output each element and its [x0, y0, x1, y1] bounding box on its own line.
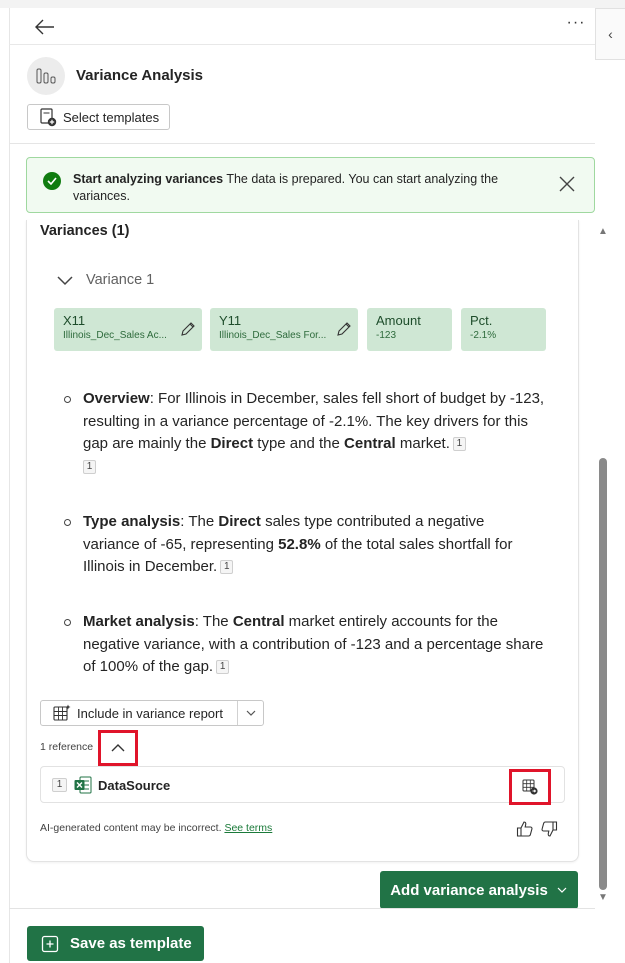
type-analysis-title: Type analysis	[83, 513, 181, 530]
variance-chip-amount: Amount -123	[367, 308, 452, 351]
split-divider	[237, 701, 238, 725]
type-analysis-text: Type analysis: The Direct sales type con…	[83, 511, 545, 579]
more-options-button[interactable]: ···	[565, 15, 587, 36]
close-icon	[559, 176, 575, 192]
reference-name: DataSource	[98, 778, 171, 793]
scroll-up-icon[interactable]: ▲	[596, 226, 610, 238]
select-templates-label: Select templates	[63, 109, 160, 125]
chevron-down-icon	[557, 887, 567, 893]
table-link-icon	[522, 779, 538, 795]
variance-chip-pct: Pct. -2.1%	[461, 308, 546, 351]
citation-badge[interactable]: 1	[220, 560, 234, 574]
overview-text-2: type and the	[253, 435, 345, 452]
market-text-1: : The	[194, 613, 233, 630]
table-sparkle-icon	[53, 704, 71, 721]
chip-value: -2.1%	[470, 330, 497, 341]
bullet-dot	[64, 619, 71, 626]
success-banner: Start analyzing variances The data is pr…	[26, 157, 595, 213]
collapse-references-button[interactable]	[98, 730, 138, 766]
save-template-icon	[41, 935, 59, 952]
overview-bold-1: Direct	[210, 435, 254, 452]
add-variance-analysis-button[interactable]: Add variance analysis	[380, 871, 578, 909]
divider	[9, 143, 595, 144]
market-bold-1: Central	[232, 613, 285, 630]
banner-title: Start analyzing variances	[73, 172, 224, 186]
save-as-template-label: Save as template	[70, 935, 192, 952]
bar-chart-icon	[27, 57, 65, 95]
type-text-1: : The	[180, 513, 219, 530]
banner-message: Start analyzing variances The data is pr…	[73, 171, 533, 205]
variance-chip-y[interactable]: Y11 Illinois_Dec_Sales For...	[210, 308, 358, 351]
open-source-button[interactable]	[509, 769, 551, 805]
bullet-dot	[64, 519, 71, 526]
excel-icon	[74, 776, 92, 794]
collapse-pane-button[interactable]: ‹	[595, 8, 625, 60]
market-analysis-title: Market analysis	[83, 613, 195, 630]
dismiss-banner-button[interactable]	[557, 174, 577, 194]
thumbs-up-icon[interactable]	[516, 820, 534, 838]
market-analysis-text: Market analysis: The Central market enti…	[83, 611, 545, 679]
chevron-left-icon: ‹	[608, 26, 613, 42]
chip-value: -123	[376, 330, 397, 341]
references-count: 1 reference	[40, 741, 94, 753]
chevron-down-icon[interactable]	[243, 706, 259, 720]
type-bold-2: 52.8%	[278, 535, 321, 553]
citation-badge[interactable]: 1	[216, 660, 230, 674]
vertical-scrollbar[interactable]: ▲ ▼	[596, 222, 610, 908]
variance-chip-x[interactable]: X11 Illinois_Dec_Sales Ac...	[54, 308, 202, 351]
edit-icon[interactable]	[336, 321, 352, 337]
template-add-icon	[40, 107, 57, 126]
edit-icon[interactable]	[180, 321, 196, 337]
scroll-down-icon[interactable]: ▼	[596, 892, 610, 904]
see-terms-link[interactable]: See terms	[224, 822, 272, 834]
include-in-report-button[interactable]: Include in variance report	[40, 700, 264, 726]
chip-key: Pct.	[470, 313, 493, 328]
reference-number: 1	[52, 778, 67, 792]
bullet-dot	[64, 396, 71, 403]
thumbs-down-icon[interactable]	[540, 820, 558, 838]
scroll-thumb[interactable]	[599, 458, 607, 890]
overview-text-3: market.	[395, 435, 450, 452]
citation-badge[interactable]: 1	[452, 437, 466, 451]
select-templates-button[interactable]: Select templates	[27, 104, 170, 130]
overview-title: Overview	[83, 390, 150, 407]
footer-divider	[9, 908, 595, 909]
overview-text: Overview: For Illinois in December, sale…	[83, 388, 545, 478]
add-variance-analysis-label: Add variance analysis	[390, 881, 548, 899]
pane-header: ···	[9, 8, 595, 45]
ai-disclaimer: AI-generated content may be incorrect. S…	[40, 822, 272, 834]
save-as-template-button[interactable]: Save as template	[27, 926, 204, 961]
variance-toggle[interactable]: Variance 1	[56, 272, 154, 288]
overview-bold-2: Central	[344, 435, 396, 452]
type-bold-1: Direct	[218, 513, 261, 530]
page-title: Variance Analysis	[76, 67, 204, 84]
chip-key: Amount	[376, 313, 421, 328]
window-top-strip	[0, 0, 625, 8]
variances-heading: Variances (1)	[40, 223, 130, 239]
checkmark-icon	[43, 172, 61, 190]
citation-badge[interactable]: 1	[83, 459, 96, 474]
disclaimer-text: AI-generated content may be incorrect.	[40, 822, 222, 834]
arrow-left-icon	[35, 19, 54, 35]
chevron-down-icon	[57, 276, 73, 286]
reference-item[interactable]: 1 DataSource	[40, 766, 565, 805]
chevron-up-icon	[111, 744, 125, 752]
include-in-report-label: Include in variance report	[77, 705, 223, 721]
variance-label: Variance 1	[86, 272, 155, 288]
back-button[interactable]	[33, 16, 57, 38]
